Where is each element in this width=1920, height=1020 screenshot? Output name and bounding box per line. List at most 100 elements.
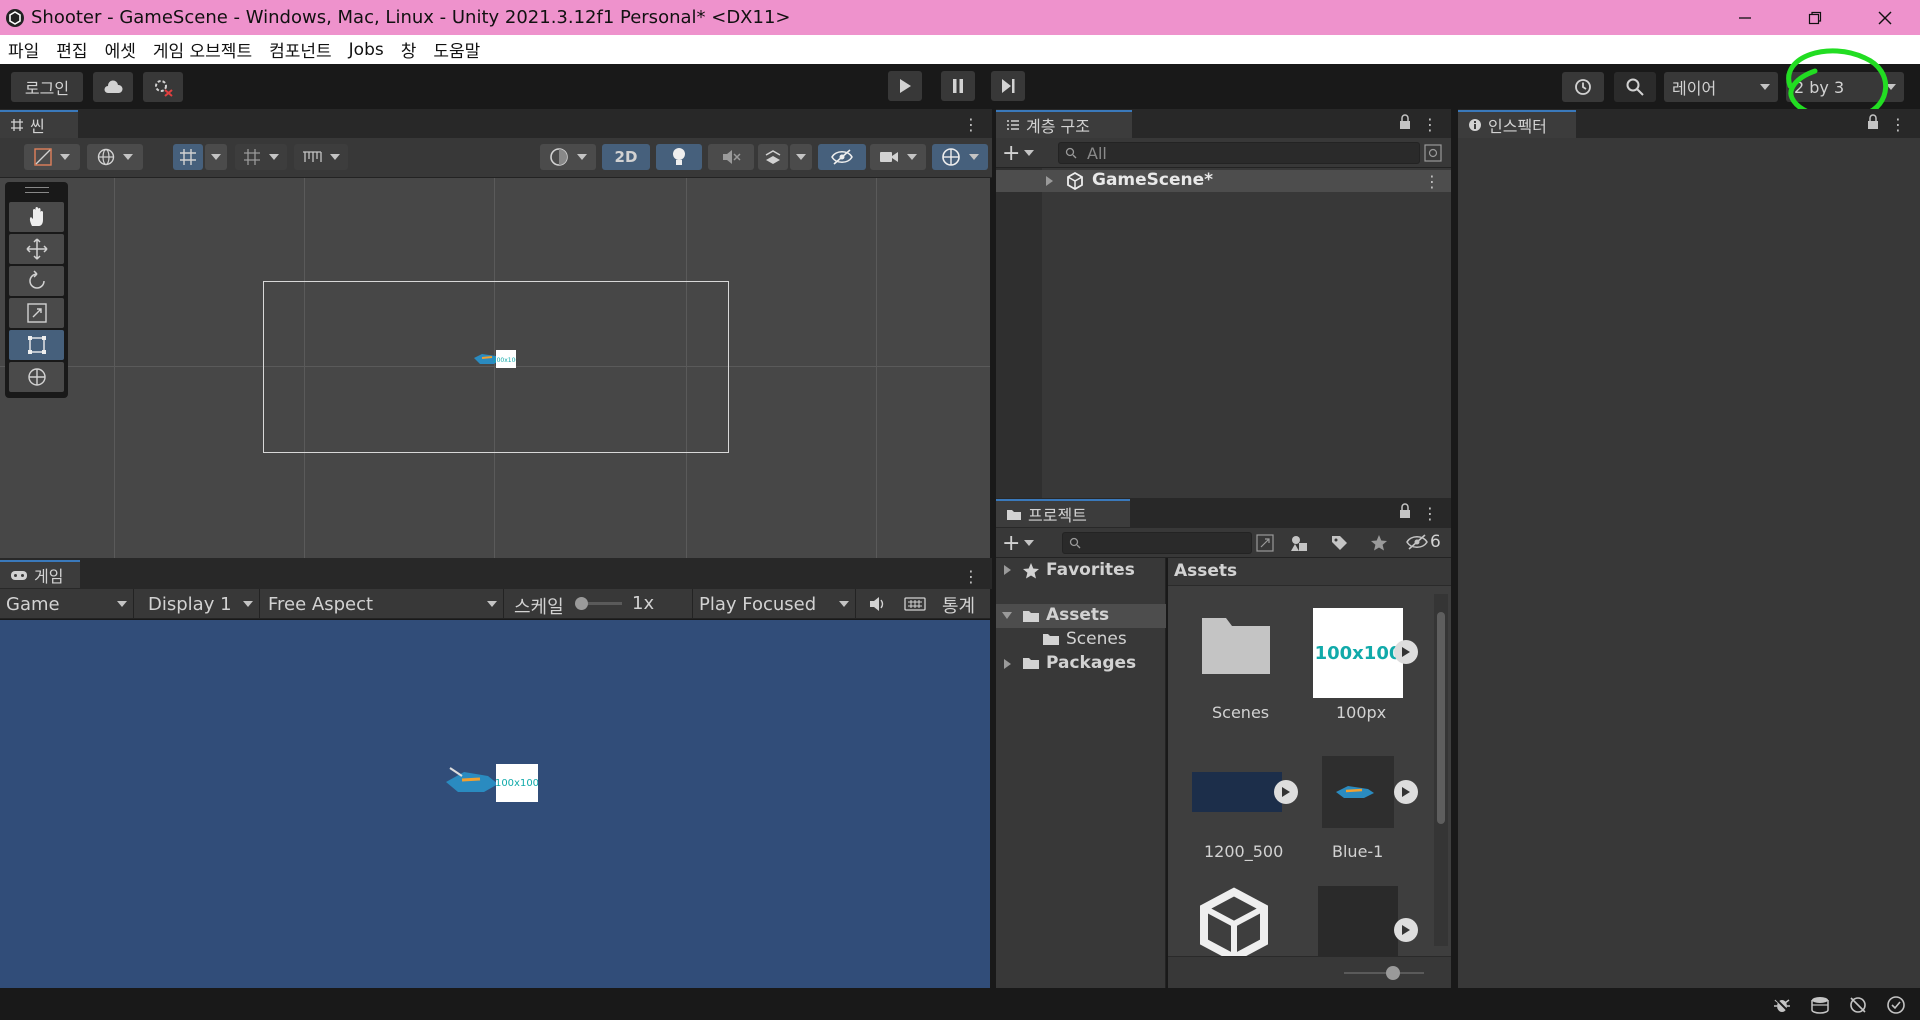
player-sprite[interactable]: 100x100 <box>472 348 516 372</box>
asset-starfield-thumb[interactable] <box>1318 886 1398 956</box>
menu-help[interactable]: 도움말 <box>433 37 480 62</box>
shading-mode-button[interactable] <box>540 144 596 170</box>
hidden-packages-toggle[interactable]: 6 <box>1406 532 1441 552</box>
audio-toggle[interactable] <box>708 144 754 170</box>
draw-mode-button[interactable] <box>24 144 80 170</box>
scene-visibility-toggle[interactable] <box>818 144 866 170</box>
grid-snap-button[interactable] <box>173 144 203 170</box>
global-local-button[interactable] <box>87 144 143 170</box>
menu-jobs[interactable]: Jobs <box>349 40 384 60</box>
expand-arrow-icon[interactable] <box>1046 176 1053 186</box>
scale-slider-handle[interactable] <box>575 597 588 610</box>
menu-gameobject[interactable]: 게임 오브젝트 <box>153 37 252 62</box>
grid-snap-dropdown[interactable] <box>205 144 227 170</box>
favorites-star-icon[interactable] <box>1370 534 1388 552</box>
asset-blue-1-thumb[interactable] <box>1322 756 1394 828</box>
expand-sprite-button[interactable] <box>1274 780 1298 804</box>
scene-camera-button[interactable] <box>870 144 926 170</box>
search-scope-icon[interactable] <box>1256 534 1274 552</box>
tab-scene[interactable]: 씬 <box>0 110 78 138</box>
effects-dropdown[interactable] <box>790 144 812 170</box>
rect-tool-button[interactable] <box>9 330 64 360</box>
thumbnail-size-handle[interactable] <box>1386 966 1400 980</box>
cloud-button[interactable] <box>93 72 133 102</box>
mode-2d-button[interactable]: 2D <box>602 144 650 170</box>
pause-button[interactable] <box>941 71 975 101</box>
hierarchy-search-input[interactable]: All <box>1058 142 1420 164</box>
expand-arrow-icon[interactable] <box>1004 659 1011 669</box>
inspector-lock-icon[interactable] <box>1866 114 1880 130</box>
mute-audio-button[interactable] <box>864 593 892 615</box>
inspector-menu-icon[interactable]: ⋮ <box>1890 114 1906 134</box>
hierarchy-add-button[interactable]: + <box>1002 141 1040 166</box>
effects-button[interactable] <box>758 144 788 170</box>
asset-unity-logo-thumb[interactable] <box>1196 886 1272 956</box>
scene-view[interactable]: 100x100 <box>0 178 990 558</box>
shortcuts-button[interactable] <box>900 593 930 615</box>
collab-button[interactable] <box>143 72 183 102</box>
close-button[interactable] <box>1850 0 1920 35</box>
tab-game[interactable]: 게임 <box>0 560 80 588</box>
undo-history-button[interactable] <box>1562 72 1604 102</box>
transform-tool-button[interactable] <box>9 362 64 392</box>
scale-slider[interactable] <box>575 597 622 610</box>
hierarchy-scene-item[interactable]: GameScene* ⋮ <box>996 170 1451 192</box>
asset-100px-thumb[interactable]: 100x100 <box>1313 608 1403 698</box>
palette-handle-icon[interactable] <box>25 187 49 193</box>
game-view[interactable]: 100x100 <box>0 620 990 988</box>
expand-sprite-button[interactable] <box>1394 780 1418 804</box>
cache-server-icon[interactable] <box>1810 995 1832 1015</box>
scene-menu-icon[interactable]: ⋮ <box>963 114 979 134</box>
game-view-select[interactable]: Game <box>0 589 134 619</box>
assets-scrollbar[interactable] <box>1434 594 1448 946</box>
menu-component[interactable]: 컴포넌트 <box>269 37 332 62</box>
lock-icon[interactable] <box>1398 114 1412 130</box>
vertical-splitter[interactable] <box>992 109 996 988</box>
project-menu-icon[interactable]: ⋮ <box>1422 503 1438 523</box>
game-menu-icon[interactable]: ⋮ <box>963 566 979 586</box>
move-tool-button[interactable] <box>9 234 64 264</box>
thumbnail-size-slider[interactable] <box>1344 966 1424 980</box>
hand-tool-button[interactable] <box>9 202 64 232</box>
display-select[interactable]: Display 1 <box>142 589 260 619</box>
restore-button[interactable] <box>1780 0 1850 35</box>
asset-1200-500-thumb[interactable] <box>1192 772 1282 812</box>
scale-tool-button[interactable] <box>9 298 64 328</box>
filter-by-type-icon[interactable] <box>1290 534 1308 552</box>
project-search-input[interactable] <box>1062 532 1252 554</box>
login-button[interactable]: 로그인 <box>11 72 83 102</box>
expand-sprite-button[interactable] <box>1394 918 1418 942</box>
search-button[interactable] <box>1614 72 1656 102</box>
layers-dropdown[interactable]: 레이어 <box>1664 72 1778 102</box>
tree-scenes[interactable]: Scenes <box>996 628 1166 652</box>
gizmos-button[interactable] <box>932 144 988 170</box>
menu-assets[interactable]: 에셋 <box>105 37 136 62</box>
increment-snap-button[interactable] <box>235 144 287 170</box>
menu-edit[interactable]: 편집 <box>56 37 87 62</box>
tab-inspector[interactable]: 인스펙터 <box>1458 110 1576 138</box>
project-lock-icon[interactable] <box>1398 503 1412 519</box>
minimize-button[interactable] <box>1710 0 1780 35</box>
debug-icon[interactable] <box>1772 995 1792 1015</box>
step-button[interactable] <box>991 71 1025 101</box>
expand-arrow-icon[interactable] <box>1004 565 1011 575</box>
vertical-splitter-right[interactable] <box>1451 109 1458 988</box>
collapse-arrow-icon[interactable] <box>1002 612 1012 619</box>
lighting-toggle[interactable] <box>656 144 702 170</box>
menu-file[interactable]: 파일 <box>8 37 39 62</box>
status-ok-icon[interactable] <box>1886 995 1906 1015</box>
project-add-button[interactable]: + <box>1002 531 1040 556</box>
play-button[interactable] <box>888 71 922 101</box>
scene-search-icon[interactable] <box>1424 144 1442 162</box>
tree-packages[interactable]: Packages <box>996 652 1166 676</box>
play-mode-select[interactable]: Play Focused <box>692 589 856 619</box>
tree-assets[interactable]: Assets <box>996 604 1166 628</box>
expand-sprite-button[interactable] <box>1394 640 1418 664</box>
auto-generate-lighting-icon[interactable] <box>1848 995 1868 1015</box>
tab-hierarchy[interactable]: 계층 구조 <box>996 110 1132 138</box>
tab-project[interactable]: 프로젝트 <box>996 499 1130 527</box>
scene-item-menu-icon[interactable]: ⋮ <box>1424 171 1440 191</box>
filter-by-label-icon[interactable] <box>1330 534 1348 552</box>
tree-favorites[interactable]: Favorites <box>996 558 1166 584</box>
menu-window[interactable]: 창 <box>401 37 417 62</box>
